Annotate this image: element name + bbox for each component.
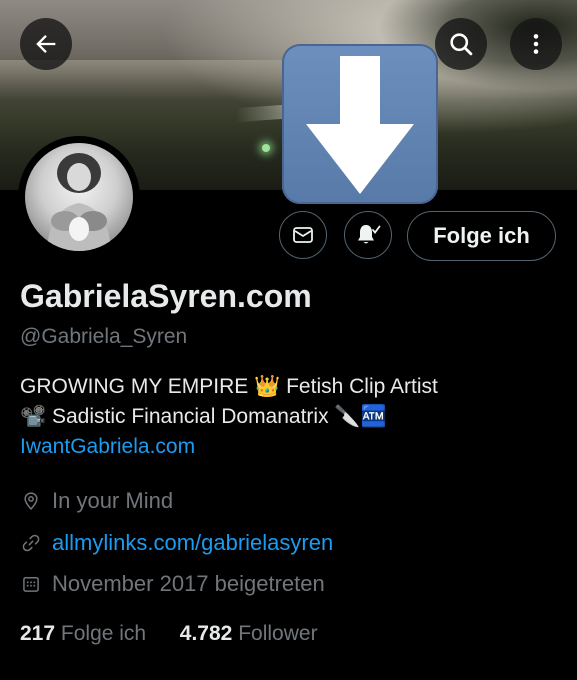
location-row: In your Mind [20, 488, 173, 514]
location-pin-icon [20, 490, 42, 512]
bio-line-2: 📽️ Sadistic Financial Domanatrix 🔪🏧 [20, 405, 387, 428]
avatar[interactable] [25, 143, 133, 251]
more-button[interactable] [510, 18, 562, 70]
joined-date: November 2017 beigetreten [52, 571, 325, 596]
back-button[interactable] [20, 18, 72, 70]
following-button[interactable]: Folge ich [407, 211, 556, 261]
followers-stat[interactable]: 4.782 Follower [180, 622, 318, 645]
bio-line-1: GROWING MY EMPIRE 👑 Fetish Clip Artist [20, 375, 438, 398]
notifications-button[interactable] [344, 211, 392, 259]
arrow-left-icon [36, 35, 56, 53]
envelope-icon [293, 227, 313, 243]
following-label: Folge ich [60, 622, 147, 645]
search-button[interactable] [435, 18, 487, 70]
search-icon [450, 33, 473, 56]
calendar-icon [20, 573, 42, 595]
bio: GROWING MY EMPIRE 👑 Fetish Clip Artist 📽… [20, 372, 560, 462]
message-button[interactable] [279, 211, 327, 259]
avatar-frame [18, 136, 140, 258]
website-row: allmylinks.com/gabrielasyren [20, 530, 333, 556]
followers-count: 4.782 [179, 622, 233, 645]
more-vertical-icon [533, 34, 539, 54]
followers-label: Follower [238, 622, 318, 645]
website-link[interactable]: allmylinks.com/gabrielasyren [52, 530, 333, 556]
following-stat[interactable]: 217 Folge ich [20, 622, 152, 645]
display-name: GabrielaSyren.com [20, 278, 312, 314]
link-icon [20, 532, 42, 554]
avatar-photo [47, 153, 111, 251]
banner-light [262, 144, 270, 152]
bio-link[interactable]: IwantGabriela.com [20, 432, 560, 462]
bell-check-icon [358, 225, 381, 244]
joined-row: November 2017 beigetreten [20, 571, 325, 597]
user-handle: @Gabriela_Syren [20, 325, 188, 348]
download-overlay[interactable] [282, 44, 438, 204]
download-arrow-icon [306, 56, 414, 194]
following-count: 217 [20, 622, 56, 645]
profile-stats: 217 Folge ich 4.782 Follower [20, 622, 318, 646]
location-text: In your Mind [52, 488, 174, 513]
